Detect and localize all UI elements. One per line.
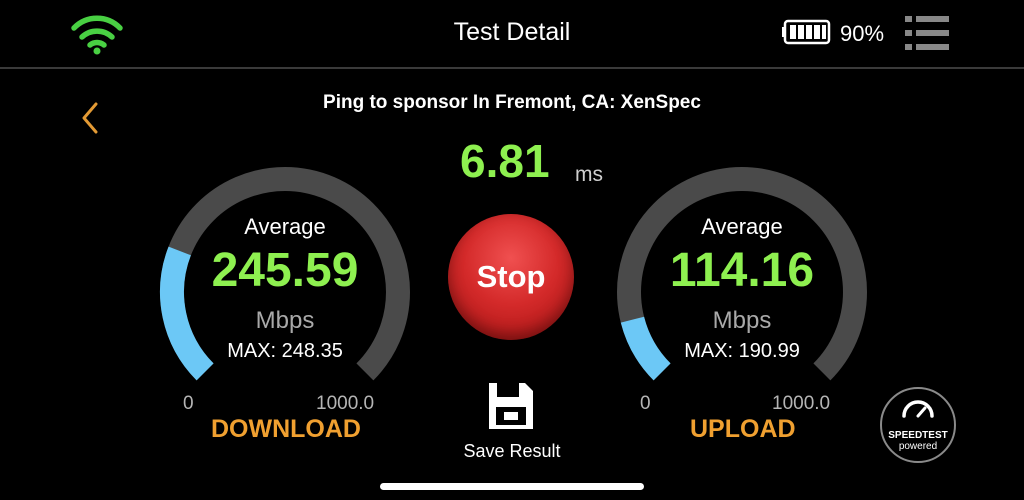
speedtest-badge-line1: SPEEDTEST [888, 430, 947, 441]
ping-label: Ping to sponsor In Fremont, CA: XenSpec [323, 92, 701, 113]
download-max-tick: 1000.0 [316, 393, 375, 414]
download-value: 245.59 [211, 244, 359, 297]
upload-min-tick: 0 [640, 393, 651, 414]
download-unit: Mbps [255, 307, 315, 334]
save-floppy-icon[interactable] [487, 381, 535, 431]
upload-max-tick: 1000.0 [772, 393, 831, 414]
upload-value: 114.16 [669, 244, 815, 297]
upload-unit: Mbps [712, 307, 772, 334]
download-average-label: Average [244, 214, 326, 239]
save-result-label[interactable]: Save Result [0, 441, 1024, 462]
home-indicator [380, 483, 644, 490]
download-max: MAX: 248.35 [227, 340, 343, 362]
battery-icon [782, 19, 831, 45]
battery-percent: 90% [840, 21, 885, 46]
speedtest-badge-line2: powered [899, 441, 937, 452]
ping-value: 6.81 [460, 135, 550, 187]
upload-max: MAX: 190.99 [684, 340, 800, 362]
upload-title: UPLOAD [690, 415, 796, 443]
menu-icon[interactable] [905, 14, 949, 52]
stop-button[interactable]: Stop [448, 214, 574, 340]
download-min-tick: 0 [183, 393, 194, 414]
ping-unit: ms [575, 163, 603, 186]
download-title: DOWNLOAD [211, 415, 361, 443]
upload-average-label: Average [701, 214, 783, 239]
header-divider [0, 67, 1024, 69]
speedtest-powered-badge: SPEEDTEST powered [880, 387, 956, 463]
